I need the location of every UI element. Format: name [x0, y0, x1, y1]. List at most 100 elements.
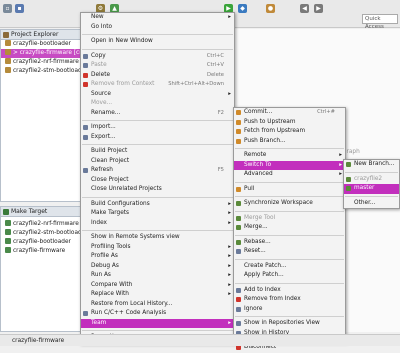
team-menu-item-switch-to[interactable]: Switch To ▸ — [234, 160, 345, 170]
team-menu-item-rebase[interactable]: Rebase... — [234, 238, 345, 248]
push-icon — [236, 119, 241, 125]
project-explorer-item[interactable]: crazyflie-bootloader — [1, 40, 81, 49]
team-menu-item-commit[interactable]: Commit... Ctrl+# — [234, 108, 345, 118]
team-menu-item-label: Show in Repositories View — [244, 320, 320, 326]
context-menu-item-build-project[interactable]: Build Project — [81, 147, 234, 157]
context-menu-item-run-c-c-code-analysis[interactable]: Run C/C++ Code Analysis — [81, 309, 234, 319]
context-menu-item-label: Team — [91, 319, 107, 326]
context-menu-item-refresh[interactable]: Refresh F5 — [81, 166, 234, 176]
new-icon[interactable]: ▫ — [3, 4, 12, 13]
project-explorer-item-label: crazyflie2-nrf-firmware — [13, 59, 79, 65]
context-menu-item-label: Profiling Tools — [91, 243, 131, 250]
team-menu-item-push-to-upstream[interactable]: Push to Upstream — [234, 118, 345, 128]
context-menu-item-open-in-new-window[interactable]: Open in New Window — [81, 37, 234, 47]
nav-back-icon[interactable]: ◀ — [300, 4, 309, 13]
team-menu-item-pull[interactable]: Pull — [234, 185, 345, 195]
make-target-item[interactable]: crazyflie-bootloader — [1, 238, 81, 247]
context-menu-item-run-as[interactable]: Run As ▸ — [81, 271, 234, 281]
context-menu-item-label: Source — [91, 90, 111, 97]
nav-forward-icon[interactable]: ▶ — [314, 4, 323, 13]
make-target-item-label: crazyflie-firmware — [13, 248, 66, 254]
context-menu-item-label: Import... — [91, 124, 116, 130]
team-menu-item-push-branch[interactable]: Push Branch... — [234, 137, 345, 147]
switch-menu-separator — [345, 195, 398, 197]
team-menu-separator — [235, 196, 344, 197]
context-menu-item-close-unrelated-projects[interactable]: Close Unrelated Projects — [81, 185, 234, 195]
save-icon[interactable]: ▪ — [15, 4, 24, 13]
context-menu-item-team[interactable]: Team ▸ — [81, 318, 234, 328]
context-menu-item-clean-project[interactable]: Clean Project — [81, 157, 234, 167]
copy-icon — [83, 53, 88, 59]
project-explorer-item[interactable]: > crazyflie-firmware [cra — [1, 49, 85, 58]
team-menu-item-fetch-from-upstream[interactable]: Fetch from Upstream — [234, 127, 345, 137]
add-index-icon — [236, 287, 241, 293]
submenu-arrow-icon: ▸ — [228, 319, 231, 326]
team-menu-item-label: Rebase... — [244, 238, 271, 245]
make-target-title: Make Target — [11, 208, 48, 215]
team-menu-separator — [235, 258, 344, 260]
context-menu-item-restore-from-local-history[interactable]: Restore from Local History... — [81, 300, 234, 310]
context-menu-item-make-targets[interactable]: Make Targets ▸ — [81, 209, 234, 219]
quick-access-input[interactable]: Quick Access — [362, 14, 398, 30]
project-explorer-item[interactable]: crazyflie2-stm-bootload — [1, 67, 82, 76]
submenu-arrow-icon: ▸ — [228, 291, 231, 297]
context-menu-item-profile-as[interactable]: Profile As ▸ — [81, 252, 234, 262]
team-menu-item-remove-from-index[interactable]: Remove from Index — [234, 295, 345, 305]
context-menu-separator — [82, 34, 233, 35]
team-menu-item-label: Apply Patch... — [244, 272, 284, 278]
external-tools-icon[interactable]: ◆ — [238, 4, 247, 13]
context-menu-item-rename[interactable]: Rename... F2 — [81, 109, 234, 119]
team-menu-item-create-patch[interactable]: Create Patch... — [234, 262, 345, 272]
team-menu-item-reset[interactable]: Reset... — [234, 247, 345, 257]
project-folder-icon — [5, 67, 11, 73]
project-explorer-item[interactable]: crazyflie2-nrf-firmware — [1, 58, 81, 67]
team-menu-item-ignore[interactable]: Ignore — [234, 305, 345, 315]
search-icon[interactable]: ● — [266, 4, 275, 13]
project-explorer-pane: Project Explorer crazyflie-bootloader > c… — [0, 29, 85, 202]
submenu-arrow-icon: ▸ — [228, 14, 231, 20]
team-menu-item-synchronize-workspace[interactable]: Synchronize Workspace — [234, 199, 345, 209]
context-menu-item-label: New — [91, 14, 104, 20]
make-target-item[interactable]: crazyflie2-stm-bootloader — [1, 229, 88, 238]
context-menu-item-export[interactable]: Export... — [81, 133, 234, 143]
context-menu-item-close-project[interactable]: Close Project — [81, 176, 234, 186]
team-menu-item-add-to-index[interactable]: Add to Index — [234, 286, 345, 296]
team-menu-item-remote[interactable]: Remote ▸ — [234, 151, 345, 161]
new-branch-icon — [346, 162, 351, 167]
switch-menu-item-other[interactable]: Other... — [344, 199, 399, 209]
context-menu-item-shortcut: Shift+Ctrl+Alt+Down — [168, 81, 224, 87]
context-menu-separator — [82, 48, 233, 50]
commit-icon — [236, 110, 241, 115]
team-menu-separator — [235, 316, 344, 317]
context-menu-item-show-in-remote-systems-view[interactable]: Show in Remote Systems view — [81, 233, 234, 243]
switch-to-submenu: New Branch... crazyflie2 master Other... — [343, 159, 400, 209]
team-menu-item-show-in-repositories-view[interactable]: Show in Repositories View — [234, 319, 345, 329]
make-target-tree: crazyflie2-nrf-firmware crazyflie2-stm-bo… — [1, 217, 88, 256]
context-menu-item-index[interactable]: Index ▸ — [81, 219, 234, 229]
team-menu-item-advanced[interactable]: Advanced ▸ — [234, 170, 345, 180]
context-menu-item-import[interactable]: Import... — [81, 123, 234, 133]
context-menu-item-compare-with[interactable]: Compare With ▸ — [81, 281, 234, 291]
make-target-item[interactable]: crazyflie2-nrf-firmware — [1, 220, 81, 229]
context-menu-item-label: Paste — [91, 62, 107, 68]
switch-menu-item-label: Other... — [354, 199, 376, 206]
context-menu-item-delete[interactable]: Delete Delete — [81, 71, 234, 81]
submenu-arrow-icon: ▸ — [228, 219, 231, 226]
context-menu-item-build-configurations[interactable]: Build Configurations ▸ — [81, 200, 234, 210]
team-menu-item-label: Synchronize Workspace — [244, 200, 313, 206]
team-menu-item-merge[interactable]: Merge... — [234, 223, 345, 233]
context-menu-item-go-into[interactable]: Go Into — [81, 23, 234, 33]
context-menu-item-copy[interactable]: Copy Ctrl+C — [81, 52, 234, 62]
context-menu-item-new[interactable]: New ▸ — [81, 13, 234, 23]
switch-menu-item-new-branch[interactable]: New Branch... — [344, 160, 399, 170]
switch-menu-item-master[interactable]: master — [344, 184, 399, 194]
make-target-item[interactable]: crazyflie-firmware — [1, 247, 81, 256]
context-menu-item-debug-as[interactable]: Debug As ▸ — [81, 262, 234, 272]
context-menu-item-label: Remove from Context — [91, 81, 155, 87]
submenu-arrow-icon: ▸ — [228, 210, 231, 216]
context-menu-item-replace-with[interactable]: Replace With ▸ — [81, 290, 234, 300]
team-menu-item-label: Reset... — [244, 248, 266, 254]
context-menu-item-profiling-tools[interactable]: Profiling Tools ▸ — [81, 243, 234, 253]
context-menu-item-source[interactable]: Source ▸ — [81, 90, 234, 100]
team-menu-item-apply-patch[interactable]: Apply Patch... — [234, 271, 345, 281]
